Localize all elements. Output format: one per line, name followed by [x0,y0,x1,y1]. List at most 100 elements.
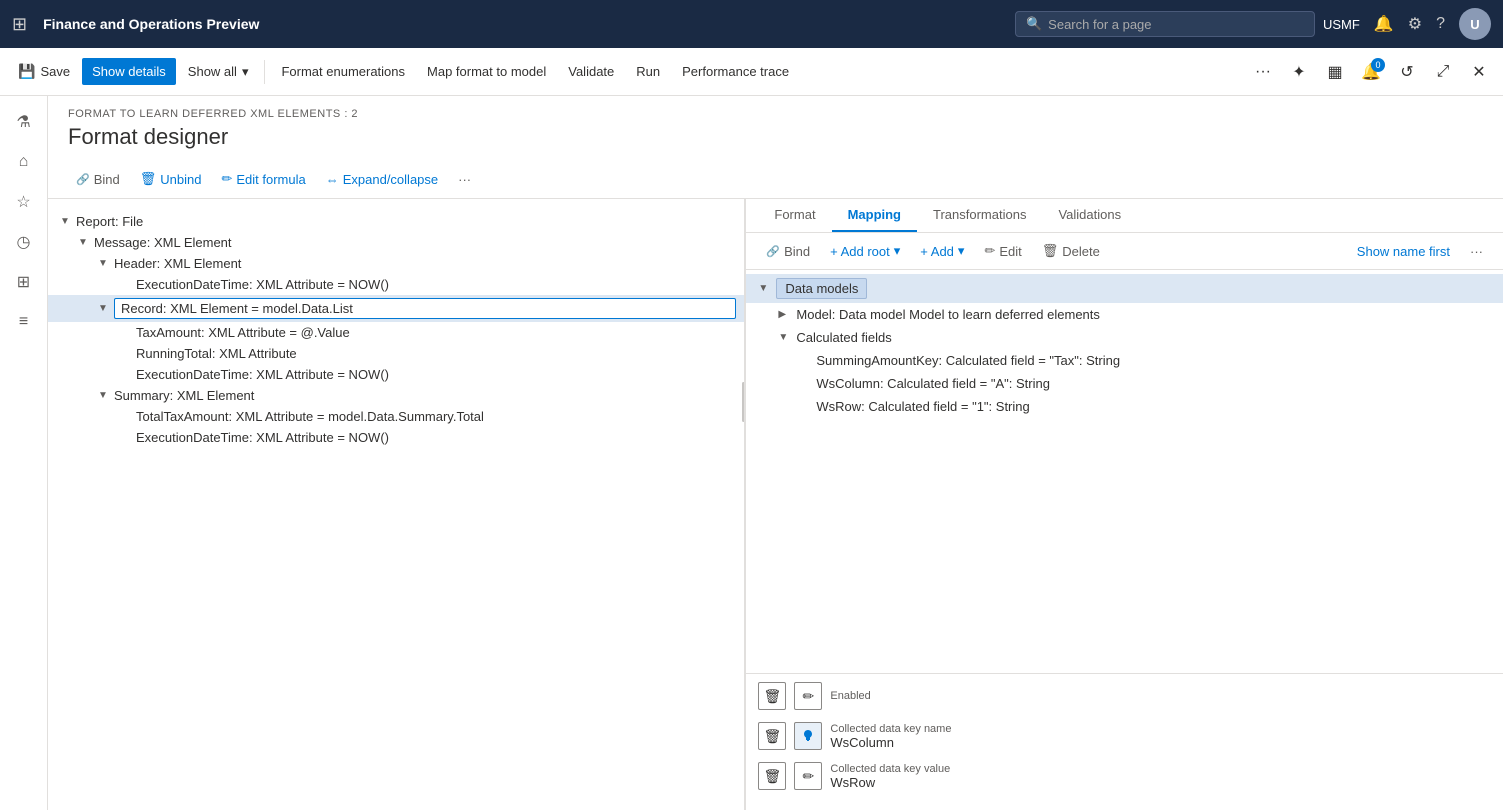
more-options-button[interactable]: ··· [1247,56,1279,88]
right-bind-button[interactable]: 🔗 Bind [758,240,818,263]
tree-item-header[interactable]: ▼ Header: XML Element [48,253,744,274]
save-button[interactable]: 💾 Save [8,57,80,86]
sidebar-home-icon[interactable]: ⌂ [6,144,42,180]
toolbar-right: ··· ✦ ▦ 🔔 0 ↺ ⤢ ✕ [1247,56,1495,88]
tree-item-exec1[interactable]: ExecutionDateTime: XML Attribute = NOW() [48,274,744,295]
tree-label-record: Record: XML Element = model.Data.List [114,298,736,319]
pin-button[interactable]: ✦ [1283,56,1315,88]
run-button[interactable]: Run [626,58,670,85]
tree-label-taxamount: TaxAmount: XML Attribute = @.Value [136,325,736,340]
settings-icon[interactable]: ⚙ [1408,14,1422,34]
expand-collapse-button[interactable]: ⇔ Expand/collapse [318,167,446,192]
bind-button[interactable]: 🔗 Bind [68,167,128,192]
prop-row-key-value: 🗑 ✏ Collected data key value WsRow [758,762,1491,790]
validate-button[interactable]: Validate [558,58,624,85]
prop-delete-enabled-button[interactable]: 🗑 [758,682,786,710]
wsrow-label: WsRow: Calculated field = "1": String [816,399,1029,414]
content-area: FORMAT TO LEARN DEFERRED XML ELEMENTS : … [48,96,1503,810]
search-box[interactable]: 🔍 Search for a page [1015,11,1315,37]
columns-button[interactable]: ▦ [1319,56,1351,88]
unbind-button[interactable]: 🗑 Unbind [132,166,210,192]
show-all-button[interactable]: Show all ▾ [178,58,259,86]
action-bar: 🔗 Bind 🗑 Unbind ✏ Edit formula ⇔ Expand/… [48,160,1503,199]
prop-row-key-name: 🗑 Collected data key name WsColumn [758,722,1491,750]
breadcrumb: FORMAT TO LEARN DEFERRED XML ELEMENTS : … [68,108,1483,120]
prop-edit-enabled-button[interactable]: ✏ [794,682,822,710]
close-button[interactable]: ✕ [1463,56,1495,88]
help-icon[interactable]: ? [1436,15,1445,33]
right-more-button[interactable]: ··· [1462,240,1491,263]
performance-trace-button[interactable]: Performance trace [672,58,799,85]
tab-transformations[interactable]: Transformations [917,199,1042,232]
tab-validations[interactable]: Validations [1042,199,1137,232]
tree-label-report: Report: File [76,214,736,229]
tree-item-exec2[interactable]: ExecutionDateTime: XML Attribute = NOW() [48,364,744,385]
format-enumerations-button[interactable]: Format enumerations [271,58,415,85]
tree-item-message[interactable]: ▼ Message: XML Element [48,232,744,253]
tab-mapping[interactable]: Mapping [832,199,917,232]
tree-item-exec3[interactable]: ExecutionDateTime: XML Attribute = NOW() [48,427,744,448]
prop-enabled-content: Enabled [830,690,1491,702]
action-more-button[interactable]: ··· [450,167,479,192]
toggle-data-models: ▼ [758,283,772,294]
data-tree-item-wscolumn[interactable]: WsColumn: Calculated field = "A": String [746,372,1503,395]
toggle-calculated-fields: ▼ [778,332,792,343]
prop-delete-key-value-button[interactable]: 🗑 [758,762,786,790]
data-tree-item-calculated-fields[interactable]: ▼ Calculated fields [746,326,1503,349]
tree-item-record[interactable]: ▼ Record: XML Element = model.Data.List [48,295,744,322]
open-in-new-button[interactable]: ⤢ [1427,56,1459,88]
prop-edit-key-value-button[interactable]: ✏ [794,762,822,790]
tree-item-taxamount[interactable]: TaxAmount: XML Attribute = @.Value [48,322,744,343]
tree-item-report[interactable]: ▼ Report: File [48,211,744,232]
tree-label-exec1: ExecutionDateTime: XML Attribute = NOW() [136,277,736,292]
edit-formula-icon: ✏ [221,171,232,187]
data-tree-item-model[interactable]: ▶ Model: Data model Model to learn defer… [746,303,1503,326]
vertical-resize-indicator [742,382,745,422]
prop-delete-key-name-button[interactable]: 🗑 [758,722,786,750]
show-name-first-button[interactable]: Show name first [1349,240,1458,263]
badge-button[interactable]: 🔔 0 [1355,56,1387,88]
show-details-button[interactable]: Show details [82,58,176,85]
notification-icon[interactable]: 🔔 [1374,14,1394,34]
split-panel: ▼ Report: File ▼ Message: XML Element ▼ … [48,199,1503,810]
data-tree-item-wsrow[interactable]: WsRow: Calculated field = "1": String [746,395,1503,418]
app-grid-icon[interactable]: ⊞ [12,14,27,35]
sidebar-star-icon[interactable]: ☆ [6,184,42,220]
right-add-button[interactable]: + Add ▾ [912,239,972,263]
toggle-record: ▼ [98,303,110,314]
right-delete-button[interactable]: 🗑 Delete [1034,239,1108,263]
right-panel: Format Mapping Transformations Validatio… [746,199,1503,810]
right-action-bar: 🔗 Bind + Add root ▾ + Add ▾ ✏ Edit [746,233,1503,270]
toggle-model: ▶ [778,309,792,320]
prop-key-value-value: WsRow [830,775,1491,790]
sidebar-grid-icon[interactable]: ⊞ [6,264,42,300]
prop-edit-key-name-button[interactable] [794,722,822,750]
data-tree-item-summing[interactable]: SummingAmountKey: Calculated field = "Ta… [746,349,1503,372]
refresh-button[interactable]: ↺ [1391,56,1423,88]
sidebar-clock-icon[interactable]: ◷ [6,224,42,260]
toggle-header: ▼ [98,258,110,269]
sidebar-list-icon[interactable]: ≡ [6,304,42,340]
sidebar-filter-icon[interactable]: ⚗ [6,104,42,140]
tree-item-totaltax[interactable]: TotalTaxAmount: XML Attribute = model.Da… [48,406,744,427]
tree-item-summary[interactable]: ▼ Summary: XML Element [48,385,744,406]
add-root-button[interactable]: + Add root ▾ [822,239,908,263]
search-placeholder: Search for a page [1048,17,1151,32]
edit-formula-button[interactable]: ✏ Edit formula [213,166,313,192]
page-header: FORMAT TO LEARN DEFERRED XML ELEMENTS : … [48,96,1503,160]
prop-enabled-label: Enabled [830,690,1491,702]
format-tree: ▼ Report: File ▼ Message: XML Element ▼ … [48,207,744,452]
tree-item-runningtotal[interactable]: RunningTotal: XML Attribute [48,343,744,364]
map-format-to-model-button[interactable]: Map format to model [417,58,556,85]
tab-format[interactable]: Format [758,199,831,232]
toggle-message: ▼ [78,237,90,248]
prop-key-value-content: Collected data key value WsRow [830,763,1491,790]
app-title: Finance and Operations Preview [43,16,1007,32]
data-tree-item-data-models[interactable]: ▼ Data models [746,274,1503,303]
prop-row-enabled: 🗑 ✏ Enabled [758,682,1491,710]
tree-label-exec3: ExecutionDateTime: XML Attribute = NOW() [136,430,736,445]
right-edit-button[interactable]: ✏ Edit [976,239,1029,263]
avatar[interactable]: U [1459,8,1491,40]
tree-label-runningtotal: RunningTotal: XML Attribute [136,346,736,361]
toolbar-divider-1 [264,60,265,84]
